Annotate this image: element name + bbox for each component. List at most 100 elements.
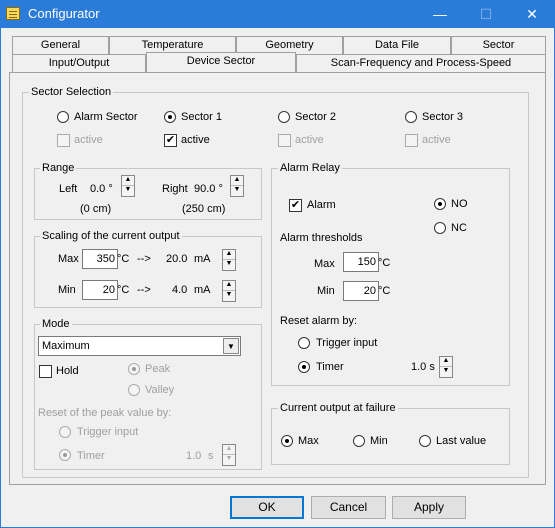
radio-sector-1[interactable]	[164, 111, 176, 123]
scaling-min-arrow: -->	[137, 284, 151, 296]
alarm-sector-label: Alarm Sector	[74, 111, 138, 123]
reset-alarm-label: Reset alarm by:	[280, 315, 358, 327]
title-bar: Configurator — ☐ ✕	[0, 0, 555, 28]
alarm-trigger-input-label: Trigger input	[316, 337, 378, 349]
scaling-max-input[interactable]: 350	[82, 249, 118, 269]
mode-dropdown[interactable]: Maximum ▼	[38, 336, 241, 356]
window-title: Configurator	[28, 6, 100, 21]
failure-last-value-label: Last value	[436, 435, 487, 447]
radio-alarm-timer[interactable]	[298, 361, 310, 373]
cancel-button[interactable]: Cancel	[311, 496, 386, 519]
radio-failure-last-value[interactable]	[419, 435, 431, 447]
scaling-label: Scaling of the current output	[40, 230, 182, 242]
spin-up-icon[interactable]: ▲	[440, 357, 452, 367]
sector-selection-label: Sector Selection	[29, 86, 114, 98]
radio-alarm-trigger-input[interactable]	[298, 337, 310, 349]
scaling-max-spinner[interactable]: ▲ ▼	[222, 249, 236, 271]
range-left-value: 0.0 °	[90, 183, 113, 195]
tab-scan-frequency[interactable]: Scan-Frequency and Process-Speed	[296, 54, 546, 72]
alarm-sector-active-checkbox	[57, 134, 70, 147]
peak-timer-spinner: ▲ ▼	[222, 444, 236, 466]
alarm-thresholds-label: Alarm thresholds	[280, 232, 363, 244]
radio-peak-timer	[59, 449, 71, 461]
radio-peak	[128, 363, 140, 375]
sector-3-active-checkbox	[405, 134, 418, 147]
scaling-min-unit: °C	[117, 284, 130, 296]
peak-trigger-input-label: Trigger input	[77, 426, 139, 438]
alarm-sector-active-label: active	[74, 134, 103, 146]
scaling-min-ma: 4.0	[172, 284, 188, 296]
alarm-min-unit: °C	[378, 285, 391, 297]
apply-button[interactable]: Apply	[392, 496, 466, 519]
reset-peak-label: Reset of the peak value by:	[38, 407, 172, 419]
sector-1-active-label: active	[181, 134, 210, 146]
spin-up-icon[interactable]: ▲	[223, 281, 235, 291]
alarm-timer-spinner[interactable]: ▲ ▼	[439, 356, 453, 378]
scaling-max-ma: 20.0	[166, 253, 188, 265]
hold-label: Hold	[56, 365, 79, 377]
radio-sector-3[interactable]	[405, 111, 417, 123]
scaling-max-ma-unit: mA	[194, 253, 211, 265]
peak-timer-value: 1.0	[186, 450, 202, 462]
radio-failure-min[interactable]	[353, 435, 365, 447]
chevron-down-icon[interactable]: ▼	[223, 338, 239, 354]
scaling-min-ma-unit: mA	[194, 284, 211, 296]
scaling-max-unit: °C	[117, 253, 130, 265]
spin-up-icon: ▲	[223, 445, 235, 455]
maximize-button: ☐	[479, 6, 493, 22]
no-label: NO	[451, 198, 468, 210]
alarm-max-label: Max	[314, 258, 335, 270]
radio-failure-max[interactable]	[281, 435, 293, 447]
tab-input-output[interactable]: Input/Output	[12, 54, 146, 72]
alarm-min-input[interactable]: 20	[343, 281, 379, 301]
range-right-spinner[interactable]: ▲ ▼	[230, 175, 244, 197]
scaling-max-label: Max	[58, 253, 79, 265]
range-label: Range	[40, 162, 77, 174]
radio-no[interactable]	[434, 198, 446, 210]
spin-up-icon[interactable]: ▲	[223, 250, 235, 260]
radio-alarm-sector[interactable]	[57, 111, 69, 123]
sector-3-active-label: active	[422, 134, 451, 146]
sector-2-active-label: active	[295, 134, 324, 146]
minimize-button[interactable]: —	[417, 0, 463, 28]
peak-timer-label: Timer	[77, 450, 105, 462]
close-button[interactable]: ✕	[509, 0, 555, 28]
radio-nc[interactable]	[434, 222, 446, 234]
range-left-sub: (0 cm)	[80, 203, 112, 215]
ok-button[interactable]: OK	[230, 496, 304, 519]
radio-sector-2[interactable]	[278, 111, 290, 123]
tab-general[interactable]: General	[12, 36, 109, 54]
alarm-max-unit: °C	[378, 257, 391, 269]
range-left-spinner[interactable]: ▲ ▼	[121, 175, 135, 197]
scaling-min-input[interactable]: 20	[82, 280, 118, 300]
spin-up-icon[interactable]: ▲	[231, 176, 243, 186]
spin-down-icon[interactable]: ▼	[231, 186, 243, 196]
alarm-checkbox[interactable]: ✔	[289, 199, 302, 212]
sector-1-active-checkbox[interactable]: ✔	[164, 134, 177, 147]
tab-sector[interactable]: Sector	[451, 36, 546, 54]
spin-down-icon[interactable]: ▼	[440, 367, 452, 377]
mode-selected: Maximum	[42, 340, 90, 352]
alarm-timer-label: Timer	[316, 361, 344, 373]
failure-max-label: Max	[298, 435, 319, 447]
tab-data-file[interactable]: Data File	[343, 36, 451, 54]
scaling-max-arrow: -->	[137, 253, 151, 265]
tab-device-sector[interactable]: Device Sector	[146, 52, 296, 72]
scaling-min-spinner[interactable]: ▲ ▼	[222, 280, 236, 302]
spin-down-icon[interactable]: ▼	[223, 291, 235, 301]
hold-checkbox[interactable]	[39, 365, 52, 378]
alarm-label: Alarm	[307, 199, 336, 211]
range-right-sub: (250 cm)	[182, 203, 226, 215]
spin-down-icon[interactable]: ▼	[122, 186, 134, 196]
spin-up-icon[interactable]: ▲	[122, 176, 134, 186]
sector-2-active-checkbox	[278, 134, 291, 147]
sector-1-label: Sector 1	[181, 111, 222, 123]
radio-peak-trigger-input	[59, 426, 71, 438]
spin-down-icon: ▼	[225, 455, 233, 462]
radio-valley	[128, 384, 140, 396]
alarm-max-input[interactable]: 150	[343, 252, 379, 272]
valley-label: Valley	[145, 384, 175, 396]
mode-label: Mode	[40, 318, 72, 330]
spin-down-icon[interactable]: ▼	[223, 260, 235, 270]
sector-3-label: Sector 3	[422, 111, 463, 123]
